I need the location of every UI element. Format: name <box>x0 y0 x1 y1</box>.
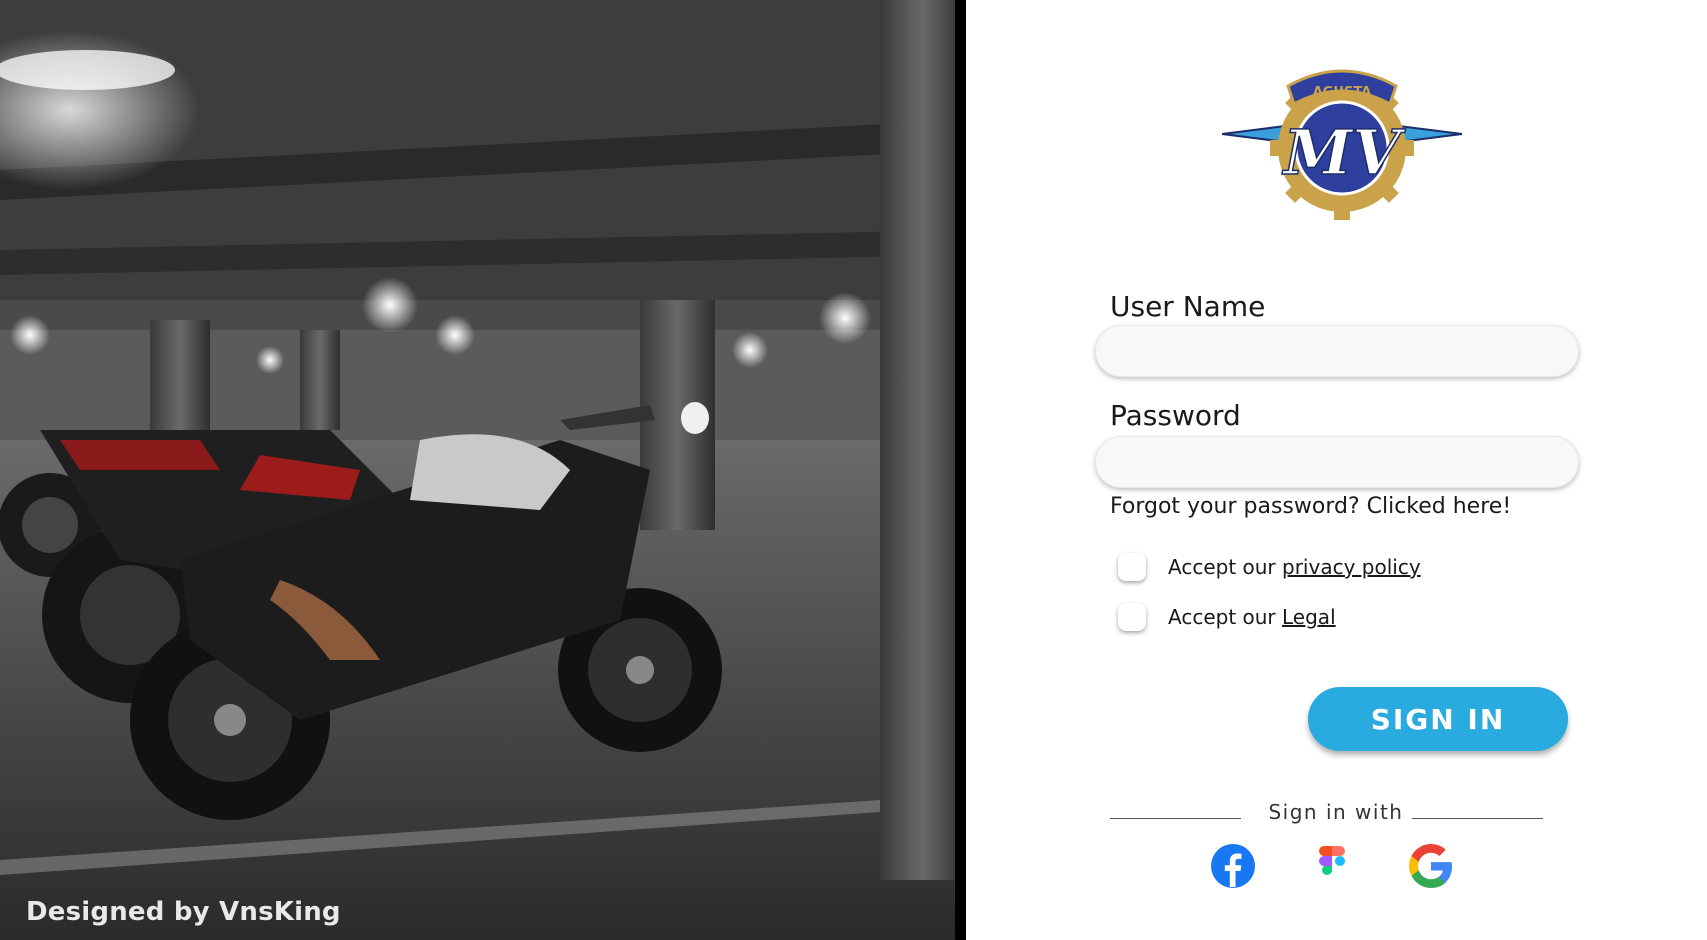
hero-image: Designed by VnsKing <box>0 0 966 940</box>
username-input[interactable] <box>1095 325 1579 377</box>
legal-link[interactable]: Legal <box>1282 605 1336 629</box>
legal-checkbox[interactable] <box>1118 603 1146 631</box>
parking-garage-motorcycles-image <box>0 0 966 940</box>
privacy-policy-checkbox[interactable] <box>1118 553 1146 581</box>
privacy-policy-prefix: Accept our <box>1168 555 1283 579</box>
logo-banner-text: AGUSTA <box>1313 85 1372 100</box>
forgot-password-link[interactable]: Forgot your password? Clicked here! <box>1110 494 1511 519</box>
legal-prefix: Accept our <box>1168 605 1283 629</box>
privacy-policy-row: Accept our privacy policy <box>1118 552 1421 582</box>
privacy-policy-text: Accept our privacy policy <box>1168 555 1421 579</box>
google-icon[interactable] <box>1408 843 1454 889</box>
sign-in-button[interactable]: SIGN IN <box>1308 687 1568 751</box>
privacy-policy-link[interactable]: privacy policy <box>1282 555 1421 579</box>
facebook-icon[interactable] <box>1210 843 1256 889</box>
logo-monogram: MV <box>1282 116 1407 189</box>
figma-icon[interactable] <box>1309 843 1355 889</box>
divider-left <box>1110 818 1241 819</box>
legal-row: Accept our Legal <box>1118 602 1336 632</box>
password-label: Password <box>1110 399 1241 432</box>
username-label: User Name <box>1110 290 1266 323</box>
sign-in-with-label: Sign in with <box>1268 800 1404 824</box>
divider-right <box>1412 818 1543 819</box>
designer-credit: Designed by VnsKing <box>26 897 341 927</box>
legal-text: Accept our Legal <box>1168 605 1336 629</box>
password-input[interactable] <box>1095 436 1579 488</box>
login-panel: AGUSTA MV User Name Password Forgot your… <box>966 0 1707 940</box>
mv-agusta-logo: AGUSTA MV <box>1222 69 1462 220</box>
